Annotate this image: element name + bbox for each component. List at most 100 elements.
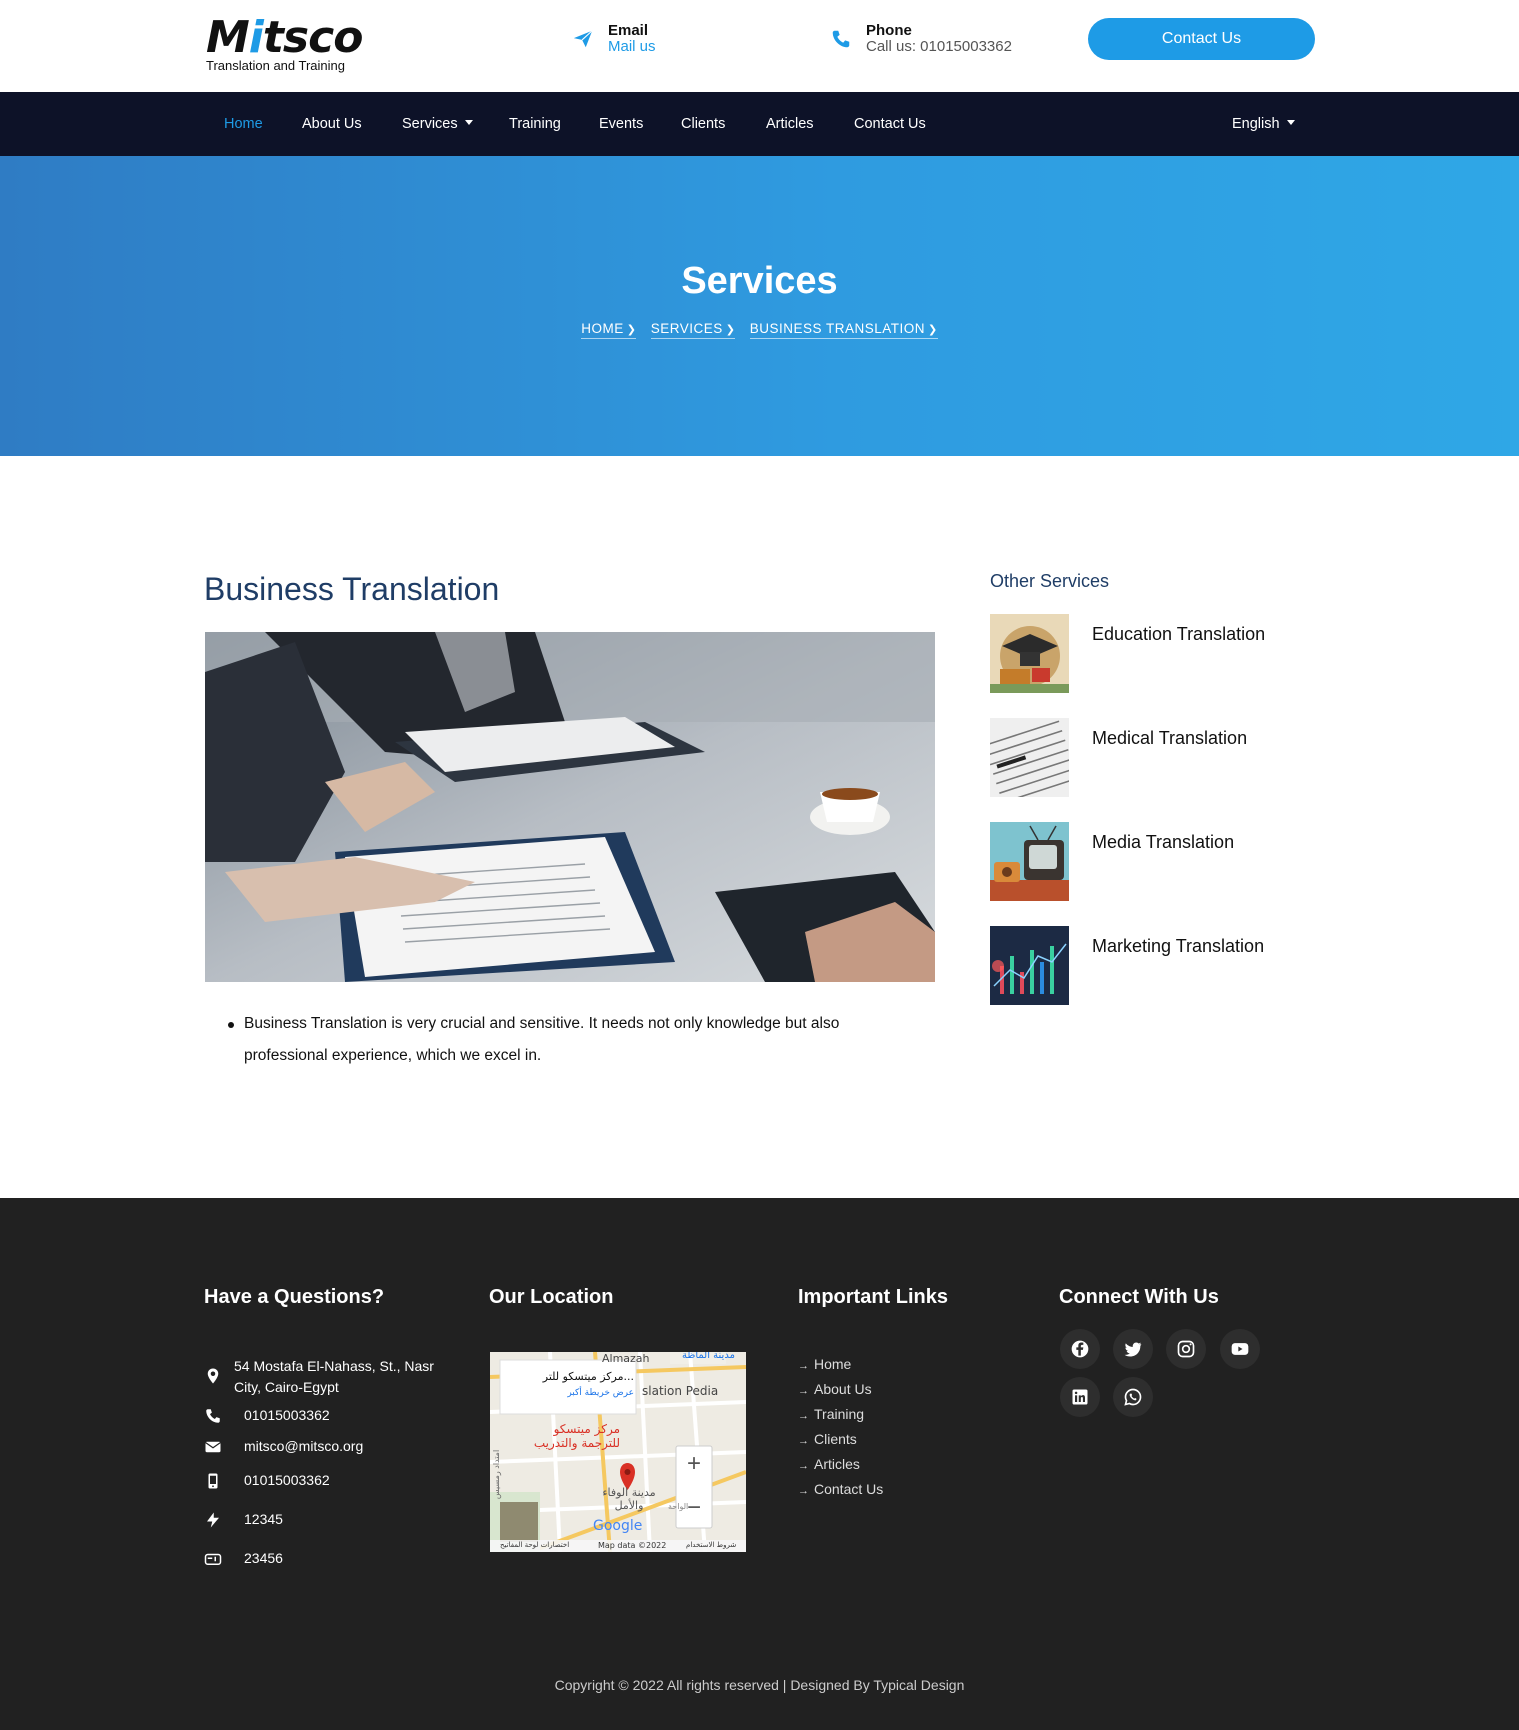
nav-item-training[interactable]: Training <box>509 92 561 156</box>
caret-down-icon <box>1286 119 1295 125</box>
email-value[interactable]: Mail us <box>608 38 656 55</box>
footer-link-about[interactable]: → About Us <box>798 1381 872 1397</box>
service-description: Business Translation is very crucial and… <box>228 1008 904 1072</box>
map-shortcuts-link[interactable]: اختصارات لوحة المفاتيح <box>500 1541 569 1549</box>
footer-link-contact[interactable]: → Contact Us <box>798 1481 883 1497</box>
phone-icon <box>832 30 850 48</box>
copyright-text: Copyright © 2022 All rights reserved | D… <box>554 1677 965 1693</box>
other-service-media[interactable]: Media Translation <box>990 822 1320 902</box>
paper-plane-icon <box>573 30 593 48</box>
footer-link-label: Clients <box>814 1431 857 1447</box>
footer-link-training[interactable]: → Training <box>798 1406 864 1422</box>
map-label-wafaa-line1: مدينة الوفاء <box>602 1486 656 1499</box>
site-logo[interactable]: Mitsco Translation and Training <box>204 14 364 78</box>
education-thumbnail <box>990 614 1069 693</box>
nav-item-contact[interactable]: Contact Us <box>854 92 926 156</box>
footer-link-clients[interactable]: → Clients <box>798 1431 857 1447</box>
map-pin-label-line2: للترجمة والتدريب <box>533 1436 620 1450</box>
other-service-marketing[interactable]: Marketing Translation <box>990 926 1320 1006</box>
other-service-label: Marketing Translation <box>1092 936 1265 956</box>
linkedin-link[interactable] <box>1060 1377 1100 1417</box>
arrow-right-icon: → <box>798 1435 809 1447</box>
page-hero: Services HOME ❯ SERVICES ❯ BUSINESS TRANSL… <box>0 156 1519 456</box>
nav-item-articles[interactable]: Articles <box>766 92 814 156</box>
footer-link-label: Training <box>814 1406 865 1422</box>
pobox-text: 23456 <box>244 1550 283 1566</box>
footer-link-home[interactable]: → Home <box>798 1356 851 1372</box>
phone-value[interactable]: Call us: 01015003362 <box>866 38 1012 55</box>
map-label-almazah: Almazah <box>602 1352 650 1365</box>
footer-link-label: Contact Us <box>814 1481 884 1497</box>
facebook-link[interactable] <box>1060 1329 1100 1369</box>
footer-link-label: Articles <box>814 1456 860 1472</box>
other-service-medical[interactable]: Medical Translation <box>990 718 1320 798</box>
language-label: English <box>1232 116 1280 132</box>
breadcrumb-current-label: BUSINESS TRANSLATION <box>749 321 926 336</box>
email-label: Email <box>608 22 649 39</box>
phone-text: 01015003362 <box>244 1407 330 1423</box>
contact-us-button[interactable]: Contact Us <box>1088 18 1315 60</box>
map-place-card[interactable]: مركز ميتسكو للتر... عرض خريطة أكبر <box>504 1362 634 1410</box>
map-terms-link[interactable]: شروط الاستخدام <box>686 1541 736 1549</box>
youtube-link[interactable] <box>1220 1329 1260 1369</box>
language-dropdown[interactable]: English <box>1232 92 1295 156</box>
links-heading: Important Links <box>798 1286 949 1308</box>
breadcrumb-home[interactable]: HOME ❯ <box>581 321 637 339</box>
map-marker-icon <box>207 1368 219 1384</box>
bullet-point <box>228 1022 234 1028</box>
fax-text: 12345 <box>244 1511 283 1527</box>
questions-heading: Have a Questions? <box>204 1286 385 1308</box>
map-label-pedia: slation Pedia <box>642 1384 719 1398</box>
nav-item-clients[interactable]: Clients <box>681 92 725 156</box>
map-label-wafaa: مدينة الوفاء والأمل <box>594 1486 664 1512</box>
medical-thumbnail <box>990 718 1069 797</box>
email-contact[interactable]: Email Mail us <box>572 22 712 58</box>
mobile-text: 01015003362 <box>244 1472 330 1488</box>
map-zoom-out-button[interactable]: − <box>678 1492 710 1524</box>
location-map[interactable]: مركز ميتسكو للتر... عرض خريطة أكبر Almaz… <box>490 1352 746 1552</box>
other-service-label: Education Translation <box>1092 624 1266 644</box>
map-zoom-in-button[interactable]: + <box>678 1448 710 1480</box>
logo-tagline: Translation and Training <box>206 58 345 73</box>
other-service-education[interactable]: Education Translation <box>990 614 1320 694</box>
other-services-title: Other Services <box>990 571 1110 591</box>
top-header: Mitsco Translation and Training Email Ma… <box>0 0 1519 92</box>
breadcrumb: HOME ❯ SERVICES ❯ BUSINESS TRANSLATION ❯ <box>0 321 1519 339</box>
twitter-icon <box>1124 1342 1142 1357</box>
footer-link-articles[interactable]: → Articles <box>798 1456 860 1472</box>
instagram-icon <box>1177 1340 1195 1358</box>
service-title: Business Translation <box>204 571 500 607</box>
address-text: 54 Mostafa El-Nahass, St., Nasr City, Ca… <box>234 1358 434 1395</box>
map-label-left: امتداد رمسيس <box>492 1449 502 1500</box>
nav-item-about[interactable]: About Us <box>302 92 362 156</box>
connect-heading: Connect With Us <box>1059 1286 1219 1308</box>
instagram-link[interactable] <box>1166 1329 1206 1369</box>
arrow-right-icon: → <box>798 1485 809 1497</box>
other-service-label: Media Translation <box>1092 832 1235 852</box>
arrow-right-icon: → <box>798 1410 809 1422</box>
map-place-name: مركز ميتسكو للتر... <box>542 1370 634 1383</box>
chevron-right-icon: ❯ <box>725 324 736 336</box>
chevron-right-icon: ❯ <box>626 324 637 336</box>
map-pin-label: مركز ميتسكو للترجمة والتدريب <box>504 1422 620 1450</box>
facebook-icon <box>1071 1340 1089 1358</box>
nav-services-label: Services <box>402 116 458 132</box>
map-label-wafaa-line2: والأمل <box>614 1499 644 1512</box>
phone-contact[interactable]: Phone Call us: 01015003362 <box>830 22 1030 58</box>
chevron-right-icon: ❯ <box>928 324 938 336</box>
breadcrumb-services[interactable]: SERVICES ❯ <box>650 321 736 339</box>
breadcrumb-services-label: SERVICES <box>650 321 723 336</box>
nav-item-home[interactable]: Home <box>224 92 263 156</box>
nav-item-services[interactable]: Services <box>402 92 473 156</box>
service-description-text: Business Translation is very crucial and… <box>244 1015 840 1064</box>
phone-label: Phone <box>866 22 912 39</box>
twitter-link[interactable] <box>1113 1329 1153 1369</box>
arrow-right-icon: → <box>798 1360 809 1372</box>
nav-item-events[interactable]: Events <box>599 92 643 156</box>
footer-link-label: Home <box>814 1356 852 1372</box>
map-view-larger-link[interactable]: عرض خريطة أكبر <box>567 1388 634 1398</box>
address-row: 54 Mostafa El-Nahass, St., Nasr City, Ca… <box>204 1356 444 1398</box>
footer-link-label: About Us <box>814 1381 872 1397</box>
whatsapp-link[interactable] <box>1113 1377 1153 1417</box>
marketing-thumbnail <box>990 926 1069 1005</box>
